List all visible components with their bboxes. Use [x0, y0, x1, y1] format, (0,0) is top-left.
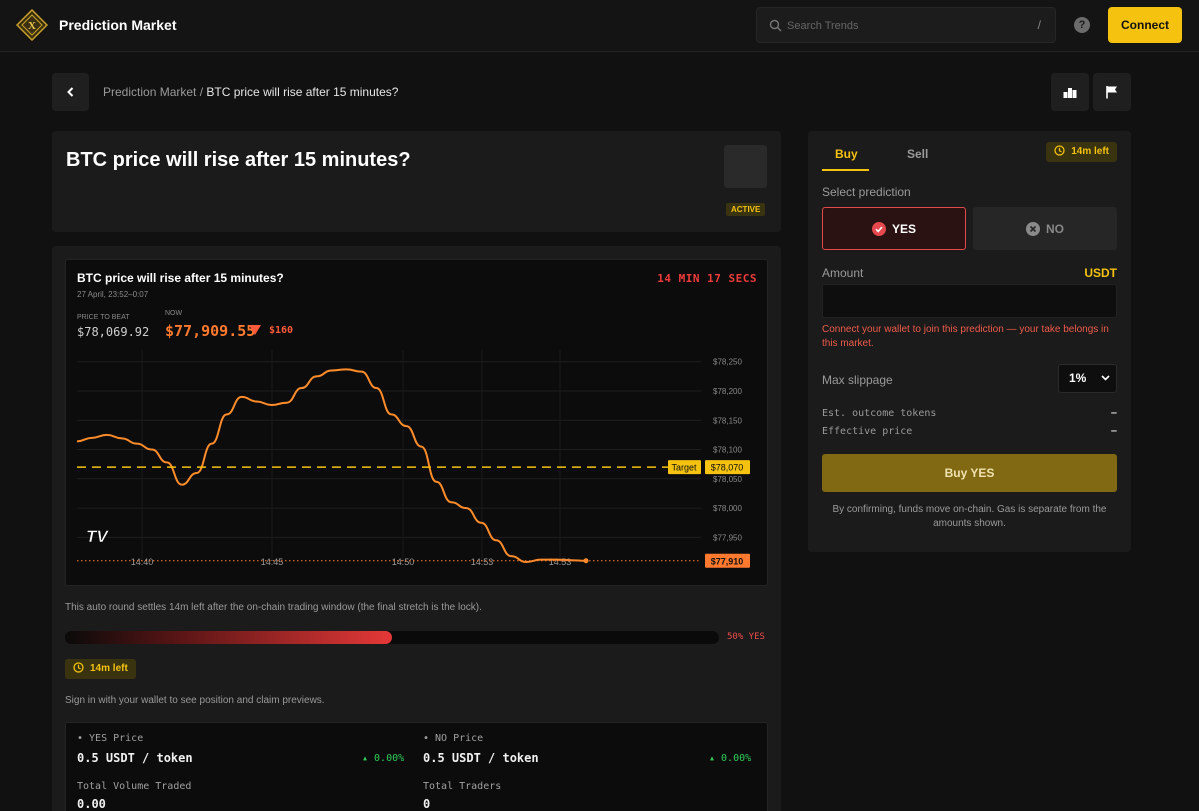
y-tick-label: $78,100: [713, 446, 742, 455]
market-detail-panel: BTC price will rise after 15 minutes? 27…: [52, 246, 781, 811]
y-tick-label: $78,050: [713, 475, 742, 484]
connect-button[interactable]: Connect: [1108, 7, 1182, 43]
buy-yes-button[interactable]: Buy YES: [822, 454, 1117, 492]
slippage-select[interactable]: 1%: [1058, 364, 1117, 393]
x-tick-label: 14:45: [261, 557, 284, 567]
time-left-text: 14m left: [90, 663, 128, 674]
trade-time-left-text: 14m left: [1071, 146, 1109, 157]
slippage-value: 1%: [1069, 371, 1087, 385]
search-box[interactable]: /: [756, 7, 1056, 43]
top-bar: X Prediction Market / ? Connect: [0, 0, 1199, 52]
traders-label: Total Traders: [423, 781, 502, 792]
back-button[interactable]: [52, 73, 89, 111]
yes-progress-fill: [65, 631, 392, 644]
chevron-left-icon: [67, 87, 74, 97]
search-icon: [769, 19, 782, 32]
active-tab-indicator: [822, 169, 869, 171]
y-tick-label: $78,200: [713, 387, 742, 396]
volume-value: 0.00: [77, 797, 106, 811]
podium-icon: [1063, 88, 1077, 98]
tab-sell[interactable]: Sell: [907, 147, 928, 161]
yes-option-button[interactable]: YES: [822, 207, 966, 250]
check-circle-icon: [871, 222, 886, 236]
breadcrumb-root[interactable]: Prediction Market: [103, 85, 196, 99]
trade-time-left-badge: 14m left: [1046, 142, 1117, 162]
yes-price-label: • YES Price: [77, 733, 144, 744]
no-option-button[interactable]: NO: [973, 207, 1117, 250]
amount-unit: USDT: [1084, 266, 1117, 280]
tab-buy[interactable]: Buy: [835, 147, 858, 161]
est-tokens-value: –: [1110, 407, 1117, 419]
clock-icon: [1054, 145, 1065, 156]
effective-price-label: Effective price: [822, 426, 913, 437]
yes-price-change: ▴ 0.00%: [362, 753, 405, 764]
time-left-badge: 14m left: [65, 659, 136, 679]
brand-title: Prediction Market: [59, 17, 177, 33]
logo-icon[interactable]: X: [15, 8, 49, 42]
no-price-change: ▴ 0.00%: [709, 753, 752, 764]
price-series-line: [76, 368, 587, 563]
y-tick-label: $78,150: [713, 416, 742, 425]
x-tick-label: 14:53: [471, 557, 494, 567]
breadcrumb-separator: /: [196, 85, 207, 99]
amount-label: Amount: [822, 266, 864, 280]
help-icon[interactable]: ?: [1074, 17, 1090, 33]
volume-label: Total Volume Traded: [77, 781, 192, 792]
market-title-panel: BTC price will rise after 15 minutes? AC…: [52, 131, 781, 232]
tradingview-watermark: TV: [86, 527, 109, 546]
no-option-label: NO: [1046, 222, 1064, 236]
breadcrumb-current: BTC price will rise after 15 minutes?: [206, 85, 399, 99]
page-title: BTC price will rise after 15 minutes?: [66, 149, 411, 171]
price-chart-card: BTC price will rise after 15 minutes? 27…: [65, 259, 768, 586]
y-tick-label: $78,000: [713, 504, 742, 513]
onchain-note: By confirming, funds move on-chain. Gas …: [832, 504, 1107, 529]
price-chart[interactable]: $78,250 $78,200 $78,150 $78,100 $78,050 $78,0…: [66, 260, 769, 587]
no-price-value: 0.5 USDT / token: [423, 751, 539, 765]
settle-description: This auto round settles 14m left after t…: [65, 602, 482, 613]
select-prediction-label: Select prediction: [822, 185, 911, 199]
traders-value: 0: [423, 797, 431, 811]
trade-panel: Buy Sell 14m left Select prediction YES …: [808, 131, 1131, 552]
y-tick-label: $78,250: [713, 358, 742, 367]
market-stats-card: • YES Price 0.5 USDT / token ▴ 0.00% • N…: [65, 722, 768, 811]
y-tick-label: $77,950: [713, 533, 742, 542]
yes-progress-bar: [65, 631, 719, 644]
x-tick-label: 14:40: [131, 557, 154, 567]
current-price-tag: $77,910: [711, 556, 744, 566]
x-tick-label: 14:50: [392, 557, 415, 567]
x-tick-label: 14:53: [549, 557, 572, 567]
effective-price-value: –: [1110, 425, 1117, 437]
report-button[interactable]: [1093, 73, 1131, 111]
no-price-label: • NO Price: [423, 733, 484, 744]
market-thumbnail: [724, 145, 767, 188]
yes-progress-label: 50% YES: [727, 632, 765, 642]
logo-letter: X: [28, 20, 36, 32]
search-input[interactable]: [787, 17, 1027, 35]
breadcrumb: Prediction Market / BTC price will rise …: [103, 85, 398, 99]
search-shortcut-hint: /: [1037, 18, 1041, 32]
clock-icon: [73, 662, 84, 673]
target-label: Target: [671, 463, 697, 473]
wallet-warning: Connect your wallet to join this predict…: [822, 324, 1109, 349]
status-badge: ACTIVE: [726, 203, 766, 216]
amount-input[interactable]: [822, 284, 1117, 318]
signin-hint: Sign in with your wallet to see position…: [65, 695, 325, 706]
chevron-down-icon: [1101, 375, 1110, 381]
x-circle-icon: [1026, 222, 1040, 236]
target-price-tag: $78,070: [711, 463, 744, 473]
flag-icon: [1106, 86, 1117, 99]
leaderboard-button[interactable]: [1051, 73, 1089, 111]
yes-price-value: 0.5 USDT / token: [77, 751, 193, 765]
yes-option-label: YES: [891, 222, 916, 236]
slippage-label: Max slippage: [822, 373, 893, 387]
est-tokens-label: Est. outcome tokens: [822, 408, 937, 419]
